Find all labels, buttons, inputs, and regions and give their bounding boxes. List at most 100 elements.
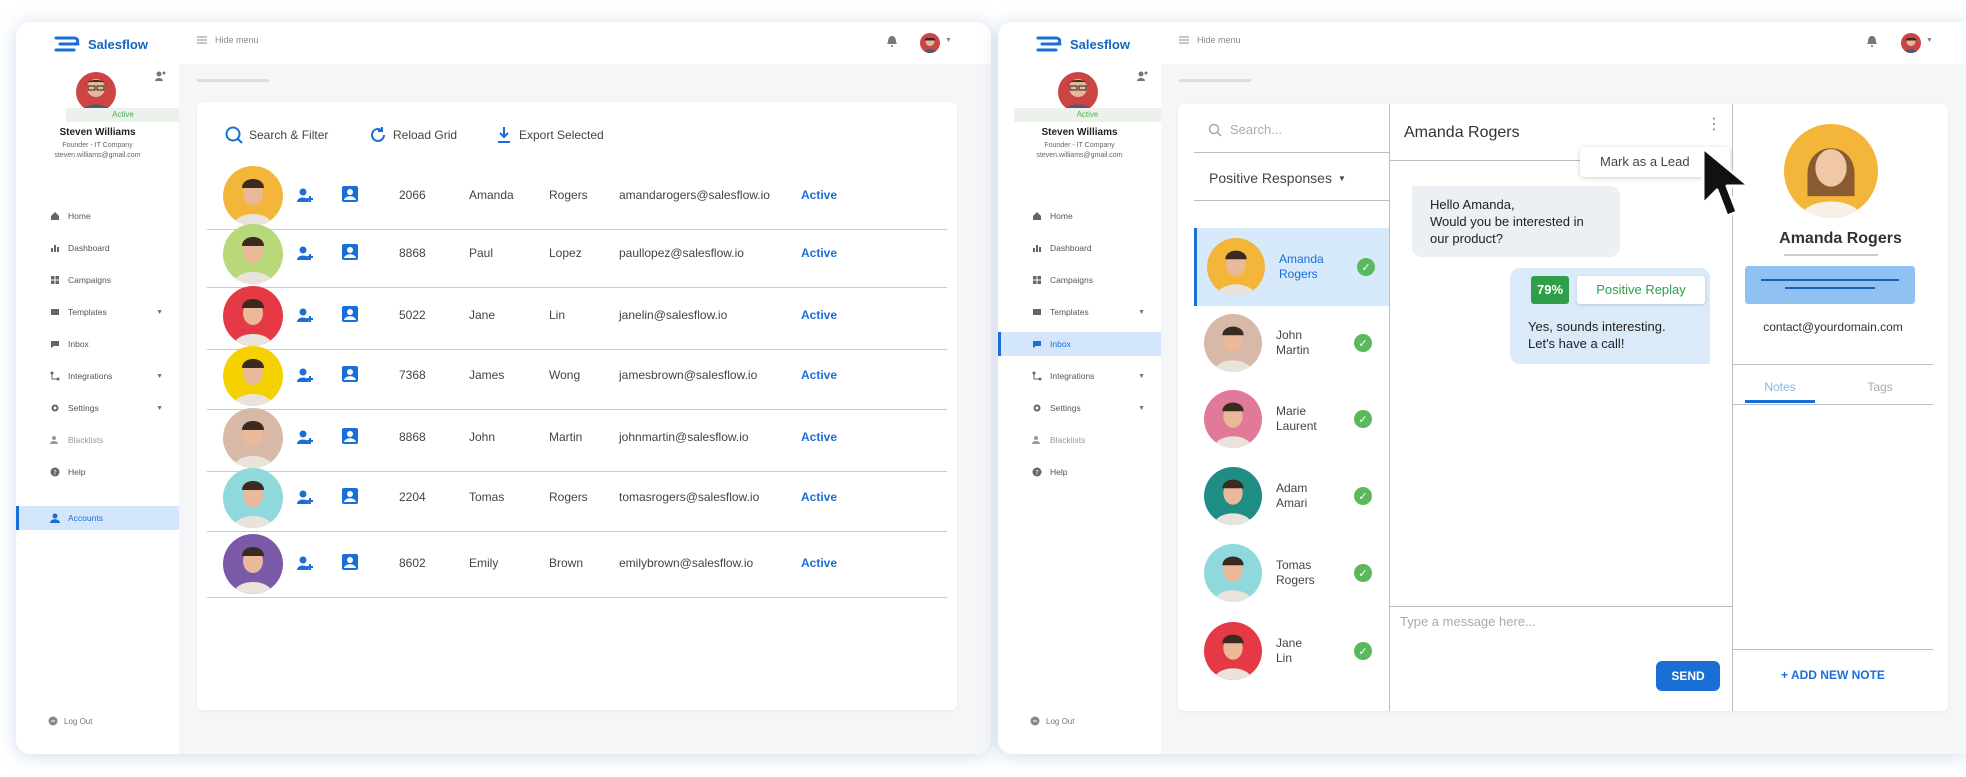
account-status[interactable]: Active [801, 368, 837, 382]
profile-avatar-large [1784, 124, 1878, 218]
logout-link[interactable]: Log Out [1030, 716, 1074, 726]
sidebar-item-help[interactable]: ? Help [16, 460, 179, 484]
chevron-down-icon[interactable]: ▼ [1926, 37, 1933, 44]
export-selected-button[interactable]: Export Selected [495, 126, 604, 144]
contact-list-item[interactable]: Adam Amari ✓ [1194, 457, 1389, 535]
sidebar-item-integrations[interactable]: Integrations ▼ [16, 364, 179, 388]
add-note-button[interactable]: + ADD NEW NOTE [1733, 668, 1933, 682]
hide-menu-button[interactable]: Hide menu [1179, 35, 1241, 45]
hide-menu-button[interactable]: Hide menu [197, 35, 259, 45]
response-filter-dropdown[interactable]: Positive Responses ▼ [1209, 170, 1346, 186]
profile-card-icon[interactable] [341, 305, 359, 323]
reload-icon [371, 127, 385, 142]
account-status[interactable]: Active [801, 556, 837, 570]
chevron-down-icon[interactable]: ▼ [156, 405, 163, 412]
contact-search[interactable]: Search... [1208, 122, 1282, 137]
contact-first-name: John [1276, 328, 1303, 342]
tab-notes[interactable]: Notes [1745, 380, 1815, 394]
logo[interactable]: Salesflow [1034, 34, 1130, 54]
add-contact-icon[interactable] [297, 307, 313, 323]
table-row[interactable]: 8602 Emily Brown emilybrown@salesflow.io Act… [207, 522, 947, 598]
sidebar-item-templates[interactable]: Templates ▼ [16, 300, 179, 324]
grid-icon [51, 276, 59, 284]
sidebar-item-settings[interactable]: Settings ▼ [16, 396, 179, 420]
sidebar-item-dashboard[interactable]: Dashboard [16, 236, 179, 260]
sidebar-item-accounts[interactable]: Accounts [16, 506, 179, 530]
breadcrumb [1179, 79, 1251, 82]
chevron-down-icon[interactable]: ▼ [1138, 373, 1145, 380]
profile-avatar[interactable] [1901, 33, 1921, 53]
send-button[interactable]: SEND [1656, 661, 1720, 691]
account-last-name: Lopez [549, 246, 582, 260]
incoming-message: Hello Amanda, Would you be interested in… [1412, 186, 1620, 257]
logo[interactable]: Salesflow [52, 34, 148, 54]
account-status[interactable]: Active [801, 308, 837, 322]
add-contact-icon[interactable] [297, 429, 313, 445]
add-contact-icon[interactable] [297, 187, 313, 203]
add-contact-icon[interactable] [297, 367, 313, 383]
nav-label: Blacklists [68, 435, 104, 445]
profile-card-icon[interactable] [341, 427, 359, 445]
chart-icon [51, 245, 59, 252]
active-tab-indicator [1745, 400, 1815, 403]
contact-avatar [1204, 622, 1262, 680]
sidebar-item-home[interactable]: Home [16, 204, 179, 228]
contact-list-item[interactable]: Amanda Rogers ✓ [1194, 228, 1389, 306]
account-status[interactable]: Active [801, 246, 837, 260]
profile-card-icon[interactable] [341, 365, 359, 383]
sidebar-item-campaigns[interactable]: Campaigns [998, 268, 1161, 292]
contact-list-item[interactable]: John Martin ✓ [1194, 304, 1389, 382]
user-settings-icon[interactable] [154, 70, 166, 82]
account-status[interactable]: Active [801, 490, 837, 504]
bell-icon[interactable] [1867, 36, 1877, 47]
sidebar-item-dashboard[interactable]: Dashboard [998, 236, 1161, 260]
message-input[interactable]: Type a message here... [1400, 614, 1536, 629]
profile-card-icon[interactable] [341, 553, 359, 571]
reload-grid-button[interactable]: Reload Grid [369, 126, 457, 144]
chevron-down-icon[interactable]: ▼ [156, 373, 163, 380]
sidebar-item-campaigns[interactable]: Campaigns [16, 268, 179, 292]
profile-card-icon[interactable] [341, 487, 359, 505]
sidebar-item-blacklists[interactable]: Blacklists [16, 428, 179, 452]
sidebar-item-integrations[interactable]: Integrations ▼ [998, 364, 1161, 388]
sidebar-item-settings[interactable]: Settings ▼ [998, 396, 1161, 420]
profile-avatar[interactable] [920, 33, 940, 53]
divider [1784, 254, 1878, 256]
add-contact-icon[interactable] [297, 245, 313, 261]
sidebar-item-home[interactable]: Home [998, 204, 1161, 228]
sidebar-item-templates[interactable]: Templates ▼ [998, 300, 1161, 324]
user-name: Steven Williams [1041, 127, 1118, 138]
user-avatar[interactable] [1058, 72, 1098, 112]
chevron-down-icon[interactable]: ▼ [945, 37, 952, 44]
account-status[interactable]: Active [801, 188, 837, 202]
user-settings-icon[interactable] [1136, 70, 1148, 82]
account-id: 8602 [399, 556, 426, 570]
logout-link[interactable]: Log Out [48, 716, 92, 726]
brand-name: Salesflow [88, 36, 148, 52]
contact-list-item[interactable]: Tomas Rogers ✓ [1194, 534, 1389, 612]
add-contact-icon[interactable] [297, 489, 313, 505]
chevron-down-icon[interactable]: ▼ [1138, 405, 1145, 412]
bell-icon[interactable] [887, 36, 897, 47]
chevron-down-icon[interactable]: ▼ [156, 309, 163, 316]
search-filter-button[interactable]: Search & Filter [225, 126, 328, 144]
sidebar-item-inbox[interactable]: Inbox [16, 332, 179, 356]
user-role: Founder - IT Company [1044, 142, 1115, 149]
profile-card-icon[interactable] [341, 185, 359, 203]
profile-card-icon[interactable] [341, 243, 359, 261]
user-role: Founder - IT Company [62, 142, 133, 149]
user-avatar[interactable] [76, 72, 116, 112]
account-status[interactable]: Active [801, 430, 837, 444]
sidebar-item-help[interactable]: ? Help [998, 460, 1161, 484]
contact-list-item[interactable]: Jane Lin ✓ [1194, 612, 1389, 690]
more-options-icon[interactable]: ⋮ [1706, 117, 1722, 133]
chevron-down-icon[interactable]: ▼ [1138, 309, 1145, 316]
contact-list-item[interactable]: Marie Laurent ✓ [1194, 380, 1389, 458]
add-contact-icon[interactable] [297, 555, 313, 571]
sidebar-item-inbox[interactable]: Inbox [998, 332, 1161, 356]
table-row[interactable]: 2204 Tomas Rogers tomasrogers@salesflow.io A… [207, 456, 947, 532]
sidebar-item-blacklists[interactable]: Blacklists [998, 428, 1161, 452]
tab-tags[interactable]: Tags [1845, 380, 1915, 394]
account-first-name: James [469, 368, 505, 382]
nav-label: Help [1050, 467, 1068, 477]
